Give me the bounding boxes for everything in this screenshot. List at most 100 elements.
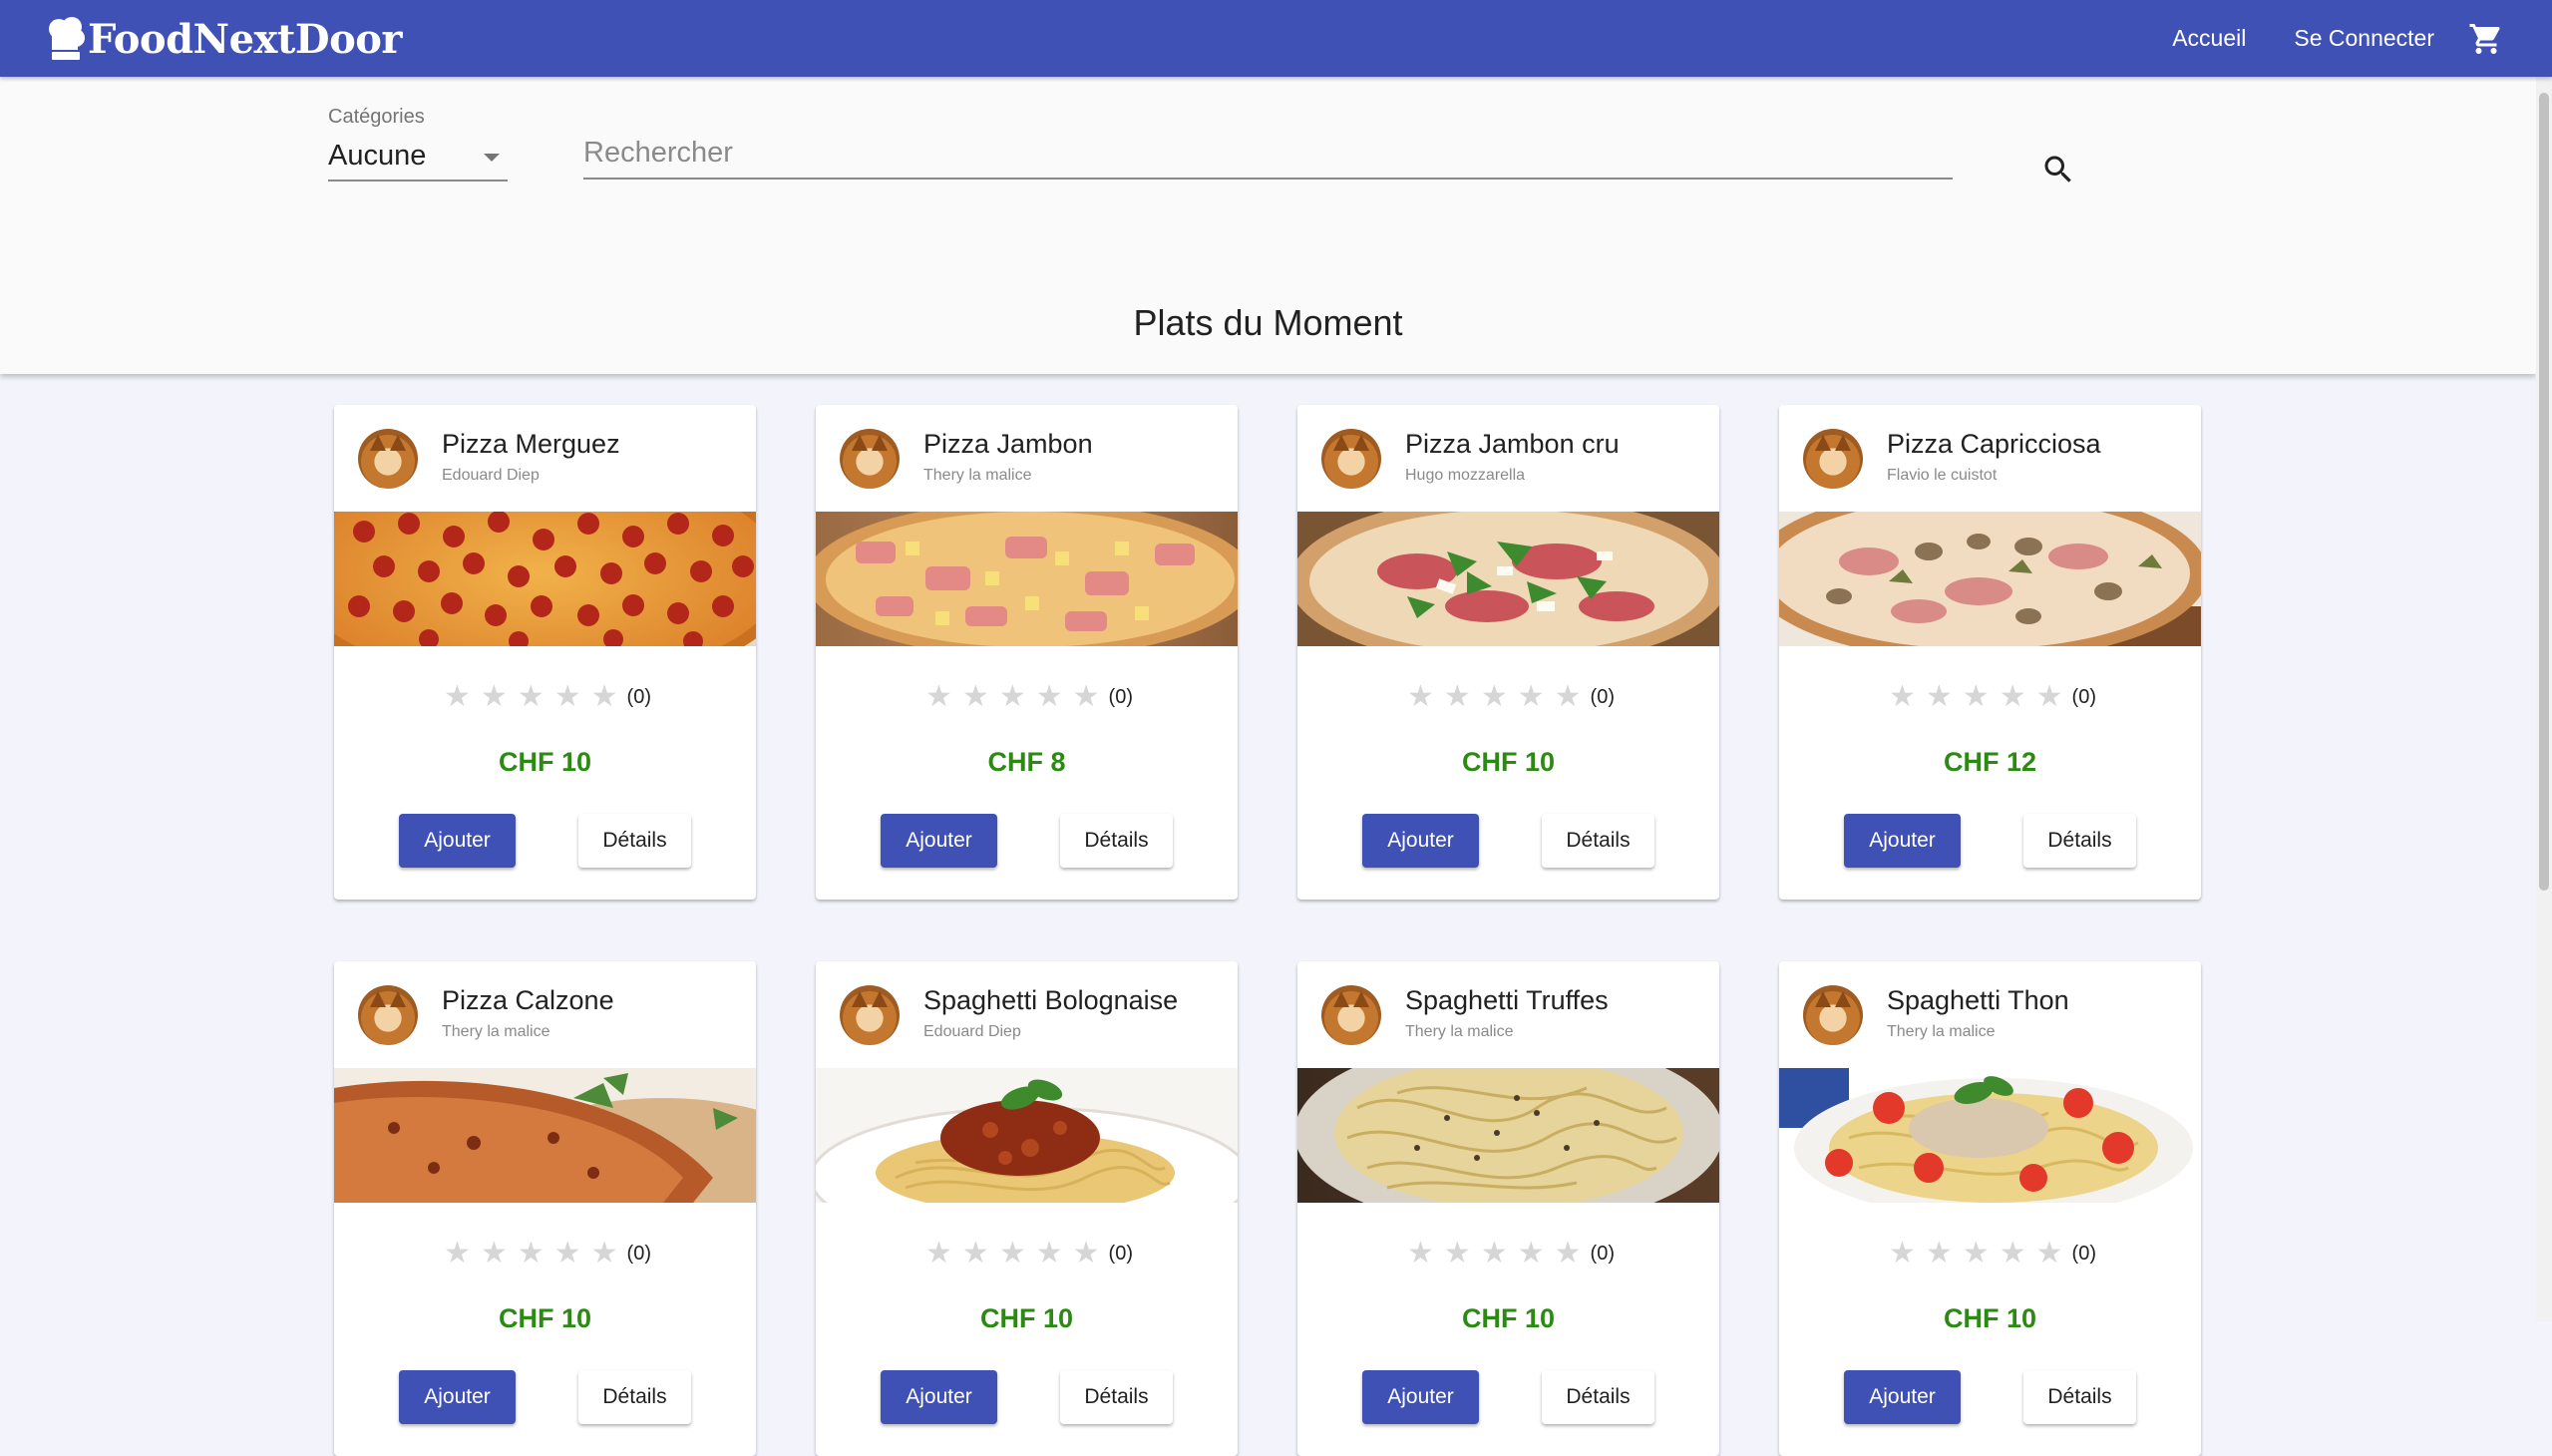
star-icon[interactable]: ★	[2000, 682, 2026, 712]
add-to-cart-button[interactable]: Ajouter	[1362, 814, 1479, 868]
details-button[interactable]: Détails	[2023, 814, 2136, 868]
chef-name: Thery la malice	[923, 467, 1032, 484]
dish-name[interactable]: Pizza Capricciosa	[1887, 429, 2101, 460]
star-icon[interactable]: ★	[2036, 682, 2063, 712]
dish-image-spaghetti-tuna[interactable]	[1779, 1068, 2201, 1203]
dish-price: CHF 10	[1461, 1303, 1556, 1333]
star-icon[interactable]: ★	[1518, 1239, 1545, 1269]
star-icon[interactable]: ★	[999, 1239, 1026, 1269]
star-icon[interactable]: ★	[999, 682, 1026, 712]
scrollbar-thumb[interactable]	[2539, 93, 2549, 891]
top-nav: Accueil Se Connecter	[2172, 0, 2504, 77]
search-button[interactable]	[2040, 152, 2076, 187]
star-icon[interactable]: ★	[591, 1239, 618, 1269]
star-icon[interactable]: ★	[554, 682, 581, 712]
star-icon[interactable]: ★	[1036, 1239, 1063, 1269]
star-icon[interactable]: ★	[1926, 682, 1953, 712]
star-icon[interactable]: ★	[481, 1239, 508, 1269]
add-to-cart-button[interactable]: Ajouter	[1844, 1370, 1961, 1424]
star-rating[interactable]: ★ ★ ★ ★ ★ (0)	[1297, 1239, 1719, 1269]
search-input[interactable]	[583, 134, 1953, 180]
dish-name[interactable]: Pizza Jambon	[923, 429, 1093, 460]
details-button[interactable]: Détails	[578, 814, 691, 868]
filter-panel: Catégories Aucune Plats du Moment	[0, 77, 2536, 374]
details-button[interactable]: Détails	[1060, 814, 1173, 868]
page-scrollbar[interactable]	[2536, 77, 2552, 1321]
add-to-cart-button[interactable]: Ajouter	[881, 1370, 997, 1424]
star-rating[interactable]: ★ ★ ★ ★ ★ (0)	[334, 1239, 756, 1269]
shopping-cart-icon[interactable]	[2468, 21, 2504, 57]
dish-name[interactable]: Spaghetti Thon	[1887, 985, 2069, 1016]
details-button[interactable]: Détails	[1542, 1370, 1654, 1424]
star-icon[interactable]: ★	[444, 682, 471, 712]
chef-name: Hugo mozzarella	[1405, 467, 1526, 484]
star-icon[interactable]: ★	[1407, 1239, 1434, 1269]
star-icon[interactable]: ★	[481, 682, 508, 712]
star-icon[interactable]: ★	[444, 1239, 471, 1269]
add-to-cart-button[interactable]: Ajouter	[1362, 1370, 1479, 1424]
dish-name[interactable]: Spaghetti Bolognaise	[923, 985, 1178, 1016]
star-rating[interactable]: ★ ★ ★ ★ ★ (0)	[1779, 1239, 2201, 1269]
details-button[interactable]: Détails	[1542, 814, 1654, 868]
star-icon[interactable]: ★	[925, 1239, 952, 1269]
star-rating[interactable]: ★ ★ ★ ★ ★ (0)	[1779, 682, 2201, 712]
dish-image-spaghetti-truffle[interactable]	[1297, 1068, 1719, 1203]
details-button[interactable]: Détails	[1060, 1370, 1173, 1424]
star-rating[interactable]: ★ ★ ★ ★ ★ (0)	[816, 682, 1238, 712]
dish-image-pepperoni-pizza[interactable]	[334, 512, 756, 646]
star-icon[interactable]: ★	[962, 682, 989, 712]
star-icon[interactable]: ★	[962, 1239, 989, 1269]
star-icon[interactable]: ★	[1444, 1239, 1471, 1269]
dish-name[interactable]: Pizza Calzone	[442, 985, 614, 1016]
star-icon[interactable]: ★	[1555, 1239, 1582, 1269]
star-icon[interactable]: ★	[1889, 1239, 1916, 1269]
chef-avatar	[358, 429, 418, 489]
details-button[interactable]: Détails	[2023, 1370, 2136, 1424]
add-to-cart-button[interactable]: Ajouter	[881, 814, 997, 868]
star-icon[interactable]: ★	[591, 682, 618, 712]
star-icon[interactable]: ★	[1926, 1239, 1953, 1269]
dish-name[interactable]: Pizza Jambon cru	[1405, 429, 1620, 460]
star-icon[interactable]: ★	[1444, 682, 1471, 712]
star-icon[interactable]: ★	[1963, 682, 1990, 712]
add-to-cart-button[interactable]: Ajouter	[1844, 814, 1961, 868]
dish-image-prosciutto-pizza[interactable]	[1297, 512, 1719, 646]
category-value: Aucune	[328, 140, 427, 172]
star-icon[interactable]: ★	[1073, 682, 1100, 712]
brand-logo[interactable]: FoodNextDoor	[46, 14, 403, 64]
dish-image-capricciosa-pizza[interactable]	[1779, 512, 2201, 646]
star-icon[interactable]: ★	[2036, 1239, 2063, 1269]
star-icon[interactable]: ★	[925, 682, 952, 712]
star-icon[interactable]: ★	[2000, 1239, 2026, 1269]
star-icon[interactable]: ★	[1555, 682, 1582, 712]
star-rating[interactable]: ★ ★ ★ ★ ★ (0)	[1297, 682, 1719, 712]
dish-image-calzone[interactable]	[334, 1068, 756, 1203]
dish-name[interactable]: Spaghetti Truffes	[1405, 985, 1609, 1016]
star-icon[interactable]: ★	[1481, 682, 1508, 712]
details-button[interactable]: Détails	[578, 1370, 691, 1424]
chef-avatar	[840, 985, 900, 1045]
star-icon[interactable]: ★	[554, 1239, 581, 1269]
star-icon[interactable]: ★	[1036, 682, 1063, 712]
star-rating[interactable]: ★ ★ ★ ★ ★ (0)	[816, 1239, 1238, 1269]
star-icon[interactable]: ★	[1073, 1239, 1100, 1269]
nav-home-link[interactable]: Accueil	[2172, 25, 2246, 52]
star-icon[interactable]: ★	[1407, 682, 1434, 712]
star-icon[interactable]: ★	[1963, 1239, 1990, 1269]
app-bar: FoodNextDoor Accueil Se Connecter	[0, 0, 2552, 77]
star-icon[interactable]: ★	[518, 1239, 545, 1269]
nav-login-link[interactable]: Se Connecter	[2294, 25, 2434, 52]
rating-count: (0)	[2071, 1242, 2096, 1265]
category-select[interactable]: Aucune	[328, 134, 508, 182]
star-icon[interactable]: ★	[518, 682, 545, 712]
add-to-cart-button[interactable]: Ajouter	[399, 814, 516, 868]
dish-card: Pizza Merguez Edouard Diep ★ ★ ★ ★ ★ (0) CHF…	[334, 405, 756, 900]
star-icon[interactable]: ★	[1889, 682, 1916, 712]
dish-image-spaghetti-bolognese[interactable]	[816, 1068, 1238, 1203]
star-rating[interactable]: ★ ★ ★ ★ ★ (0)	[334, 682, 756, 712]
star-icon[interactable]: ★	[1518, 682, 1545, 712]
dish-image-ham-pizza[interactable]	[816, 512, 1238, 646]
add-to-cart-button[interactable]: Ajouter	[399, 1370, 516, 1424]
dish-name[interactable]: Pizza Merguez	[442, 429, 620, 460]
star-icon[interactable]: ★	[1481, 1239, 1508, 1269]
